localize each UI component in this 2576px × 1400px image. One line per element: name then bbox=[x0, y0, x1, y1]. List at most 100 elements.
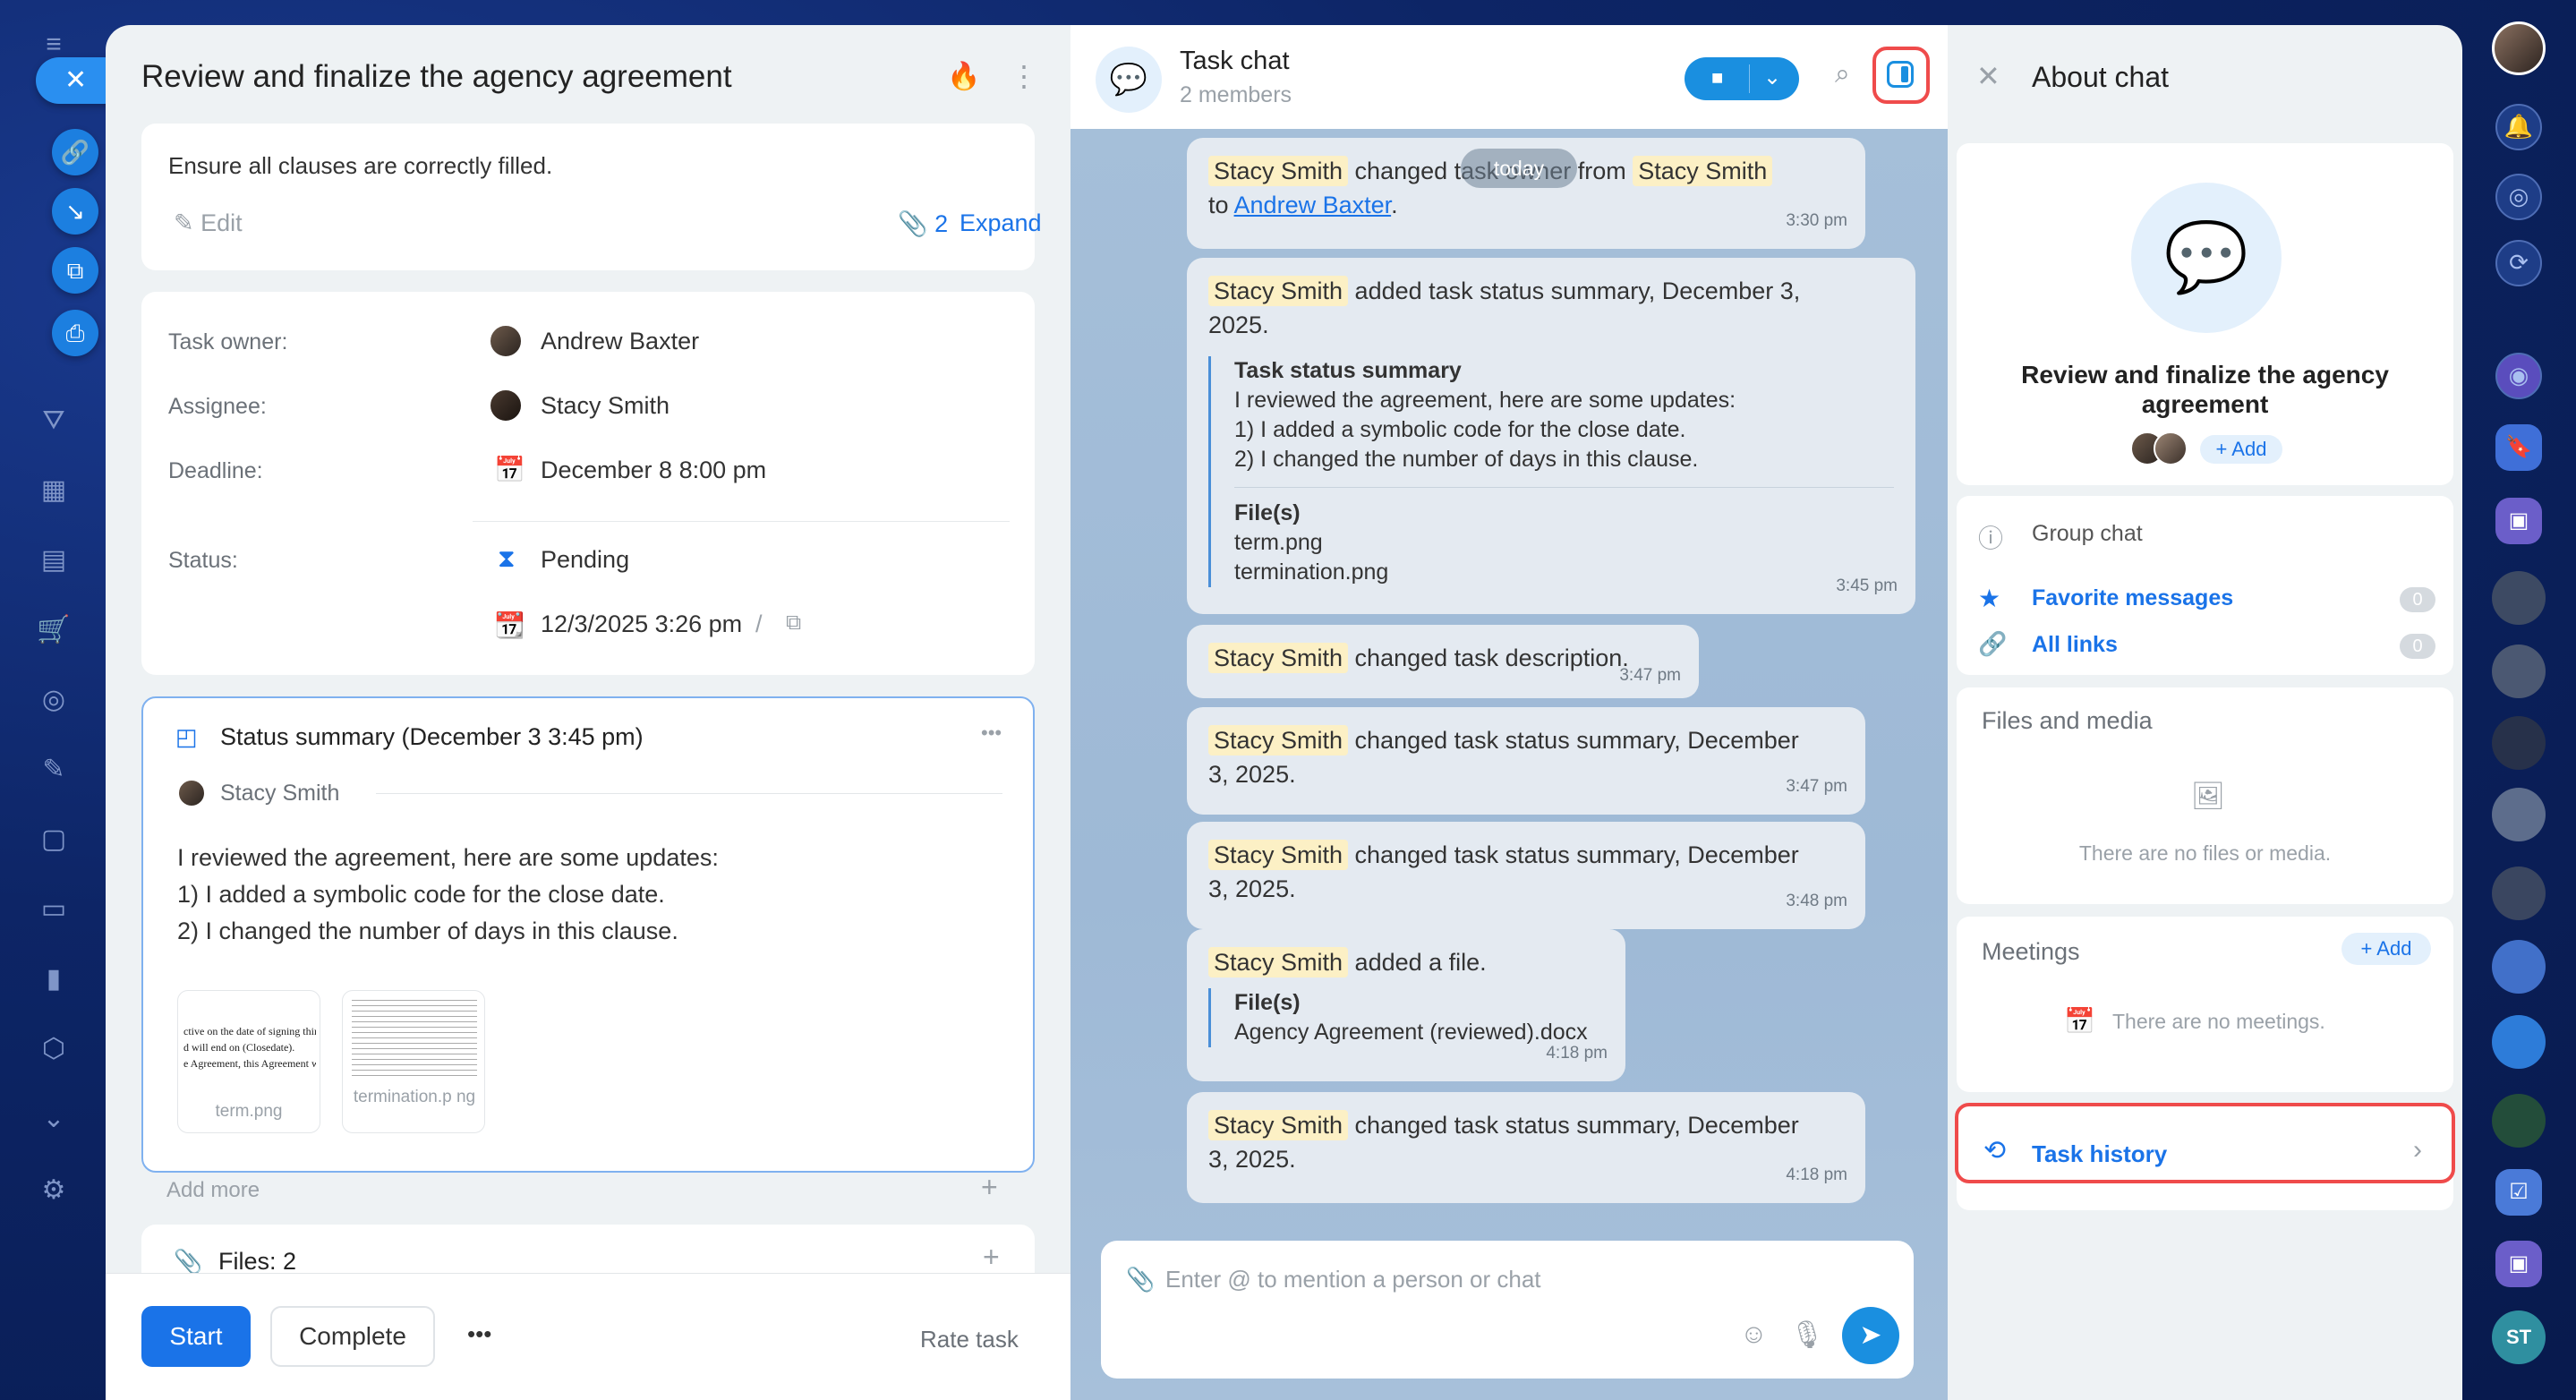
target-icon[interactable]: ◎ bbox=[36, 682, 72, 718]
attachment-thumbnail[interactable]: ctive on the date of signing thir d will… bbox=[177, 990, 320, 1133]
storage-icon[interactable]: ▤ bbox=[36, 542, 72, 578]
chat-message: Stacy Smith added a file. File(s) Agency… bbox=[1187, 929, 1625, 1081]
tasks-icon[interactable]: ☑ bbox=[2495, 1169, 2542, 1216]
add-meeting-button[interactable]: + Add bbox=[2341, 933, 2431, 965]
thumbnail-name: term.png bbox=[215, 1102, 283, 1121]
avatar[interactable] bbox=[2492, 21, 2546, 75]
chat-info-card: 💬 Review and finalize the agency agreeme… bbox=[1957, 143, 2453, 485]
start-button[interactable]: Start bbox=[141, 1306, 251, 1367]
avatar[interactable] bbox=[2492, 645, 2546, 698]
add-file-icon[interactable]: + bbox=[983, 1241, 1000, 1274]
calendar-icon[interactable]: ▦ bbox=[36, 473, 72, 508]
copy-icon[interactable]: ⧉ bbox=[786, 610, 801, 636]
status-summary-card: ◰ Status summary (December 3 3:45 pm) ••… bbox=[141, 696, 1035, 1173]
rate-task-link[interactable]: Rate task bbox=[920, 1326, 1019, 1353]
box-icon[interactable]: ⬡ bbox=[36, 1031, 72, 1067]
avatar[interactable] bbox=[2492, 1015, 2546, 1069]
summary-text: I reviewed the agreement, here are some … bbox=[177, 844, 719, 944]
calendar-icon: 📅 bbox=[2064, 1007, 2095, 1035]
avatar[interactable] bbox=[2492, 940, 2546, 994]
document-icon[interactable]: ▢ bbox=[36, 822, 72, 858]
link-icon: 🔗 bbox=[1978, 630, 2008, 657]
owner-value[interactable]: Andrew Baxter bbox=[541, 328, 699, 355]
group-chat-label: Group chat bbox=[2032, 521, 2143, 546]
separator: / bbox=[755, 610, 763, 637]
chevron-down-icon[interactable]: ⌄ bbox=[36, 1101, 72, 1137]
cart-icon[interactable]: 🛒 bbox=[36, 612, 72, 648]
open-new-window-icon[interactable]: ⧉ bbox=[52, 247, 98, 294]
chat-message: Stacy Smith changed task status summary,… bbox=[1187, 707, 1865, 815]
group-chat-icon[interactable]: ▣ bbox=[2495, 498, 2542, 544]
date-chip: today bbox=[1461, 149, 1577, 188]
emoji-icon[interactable]: ☺ bbox=[1740, 1319, 1768, 1350]
files-media-card: Files and media 🖼 There are no files or … bbox=[1957, 687, 2453, 904]
expand-link[interactable]: Expand bbox=[960, 209, 1042, 237]
status-label: Status: bbox=[168, 548, 238, 573]
avatar[interactable] bbox=[2492, 788, 2546, 841]
avatar[interactable] bbox=[2154, 431, 2188, 465]
avatar bbox=[489, 324, 523, 358]
send-button[interactable]: ➤ bbox=[1842, 1307, 1899, 1364]
file-link[interactable]: term.png bbox=[1234, 528, 1894, 558]
chat-actions-card: ⓘ Group chat ★ Favorite messages 0 🔗 All… bbox=[1957, 496, 2453, 675]
info-icon: ⓘ bbox=[1978, 525, 2004, 552]
chat-members[interactable]: 2 members bbox=[1180, 82, 1292, 108]
status-value: Pending bbox=[541, 546, 630, 573]
hourglass-icon: ⧗ bbox=[498, 544, 516, 572]
add-more-label[interactable]: Add more bbox=[166, 1178, 260, 1203]
avatar[interactable]: ST bbox=[2492, 1310, 2546, 1364]
add-member-button[interactable]: + Add bbox=[2200, 435, 2282, 464]
pencil-icon: ✎ bbox=[174, 209, 201, 236]
summary-more-icon[interactable]: ••• bbox=[981, 721, 1002, 745]
message-input[interactable]: Enter @ to mention a person or chat bbox=[1165, 1266, 1541, 1293]
paperclip-icon[interactable]: 📎 bbox=[1126, 1266, 1155, 1293]
chevron-down-icon[interactable]: ⌄ bbox=[1763, 64, 1781, 90]
attachments-count[interactable]: 📎 2 bbox=[898, 209, 948, 238]
deadline-value[interactable]: December 8 8:00 pm bbox=[541, 457, 766, 484]
complete-button[interactable]: Complete bbox=[270, 1306, 435, 1367]
description-card: Ensure all clauses are correctly filled.… bbox=[141, 124, 1042, 270]
avatar[interactable] bbox=[2492, 716, 2546, 770]
microphone-icon[interactable]: 🎙 bbox=[1790, 1319, 1824, 1351]
more-vertical-icon[interactable]: ⋮ bbox=[1010, 59, 1038, 93]
sign-icon[interactable]: ✎ bbox=[36, 752, 72, 788]
copy-link-icon[interactable]: 🔗 bbox=[52, 129, 98, 175]
close-icon[interactable]: ✕ bbox=[1976, 59, 2000, 93]
print-icon[interactable]: ⎙ bbox=[52, 310, 98, 356]
all-links-link[interactable]: All links bbox=[2032, 632, 2118, 658]
copilot-icon[interactable]: ◉ bbox=[2495, 353, 2542, 399]
mention-link[interactable]: Andrew Baxter bbox=[1234, 192, 1392, 218]
target-icon[interactable]: ◎ bbox=[2495, 174, 2542, 220]
fire-icon[interactable]: 🔥 bbox=[947, 61, 980, 92]
group-chat-icon[interactable]: ▣ bbox=[2495, 1241, 2542, 1287]
assignee-value[interactable]: Stacy Smith bbox=[541, 392, 670, 420]
video-call-button[interactable]: ■ ⌄ bbox=[1685, 57, 1799, 100]
add-icon[interactable]: + bbox=[981, 1171, 998, 1204]
settings-icon[interactable]: ⚙ bbox=[36, 1173, 72, 1208]
deadline-label: Deadline: bbox=[168, 458, 263, 483]
avatar[interactable] bbox=[2492, 866, 2546, 920]
notifications-icon[interactable]: 🔔 bbox=[2495, 104, 2542, 150]
more-actions-button[interactable]: ••• bbox=[467, 1320, 491, 1348]
chat-message: Stacy Smith changed task status summary,… bbox=[1187, 822, 1865, 929]
favorite-messages-link[interactable]: Favorite messages bbox=[2032, 585, 2233, 611]
left-app-sidebar: ≡ ✕ 🔗 ↘ ⧉ ⎙ ⛛ ▦ ▤ 🛒 ◎ ✎ ▢ ▭ ▮ ⬡ ⌄ ⚙ bbox=[0, 0, 127, 1400]
download-icon[interactable]: ↘ bbox=[52, 188, 98, 235]
favorites-count: 0 bbox=[2400, 587, 2435, 612]
search-icon[interactable]: ⌕ bbox=[1835, 59, 1850, 90]
message-input-box[interactable]: 📎 Enter @ to mention a person or chat ☺ … bbox=[1101, 1241, 1914, 1379]
files-media-title: Files and media bbox=[1982, 707, 2153, 734]
analytics-icon[interactable]: ▮ bbox=[36, 961, 72, 997]
bookmark-icon[interactable]: 🔖 bbox=[2495, 424, 2542, 471]
avatar[interactable] bbox=[2492, 571, 2546, 625]
attachment-thumbnail[interactable]: termination.p ng bbox=[342, 990, 485, 1133]
avatar[interactable] bbox=[2492, 1094, 2546, 1148]
task-description: Ensure all clauses are correctly filled. bbox=[168, 152, 553, 179]
feed-icon[interactable]: ▭ bbox=[36, 892, 72, 927]
chat-messages-area[interactable]: Stacy Smith changed task owner from Stac… bbox=[1070, 129, 1948, 1400]
edit-button[interactable]: ✎ Edit bbox=[174, 209, 243, 237]
quoted-summary: Task status summary I reviewed the agree… bbox=[1208, 356, 1894, 587]
filter-icon[interactable]: ⛛ bbox=[36, 403, 72, 439]
file-link[interactable]: termination.png bbox=[1234, 558, 1894, 587]
chat-sync-icon[interactable]: ⟳ bbox=[2495, 240, 2542, 286]
